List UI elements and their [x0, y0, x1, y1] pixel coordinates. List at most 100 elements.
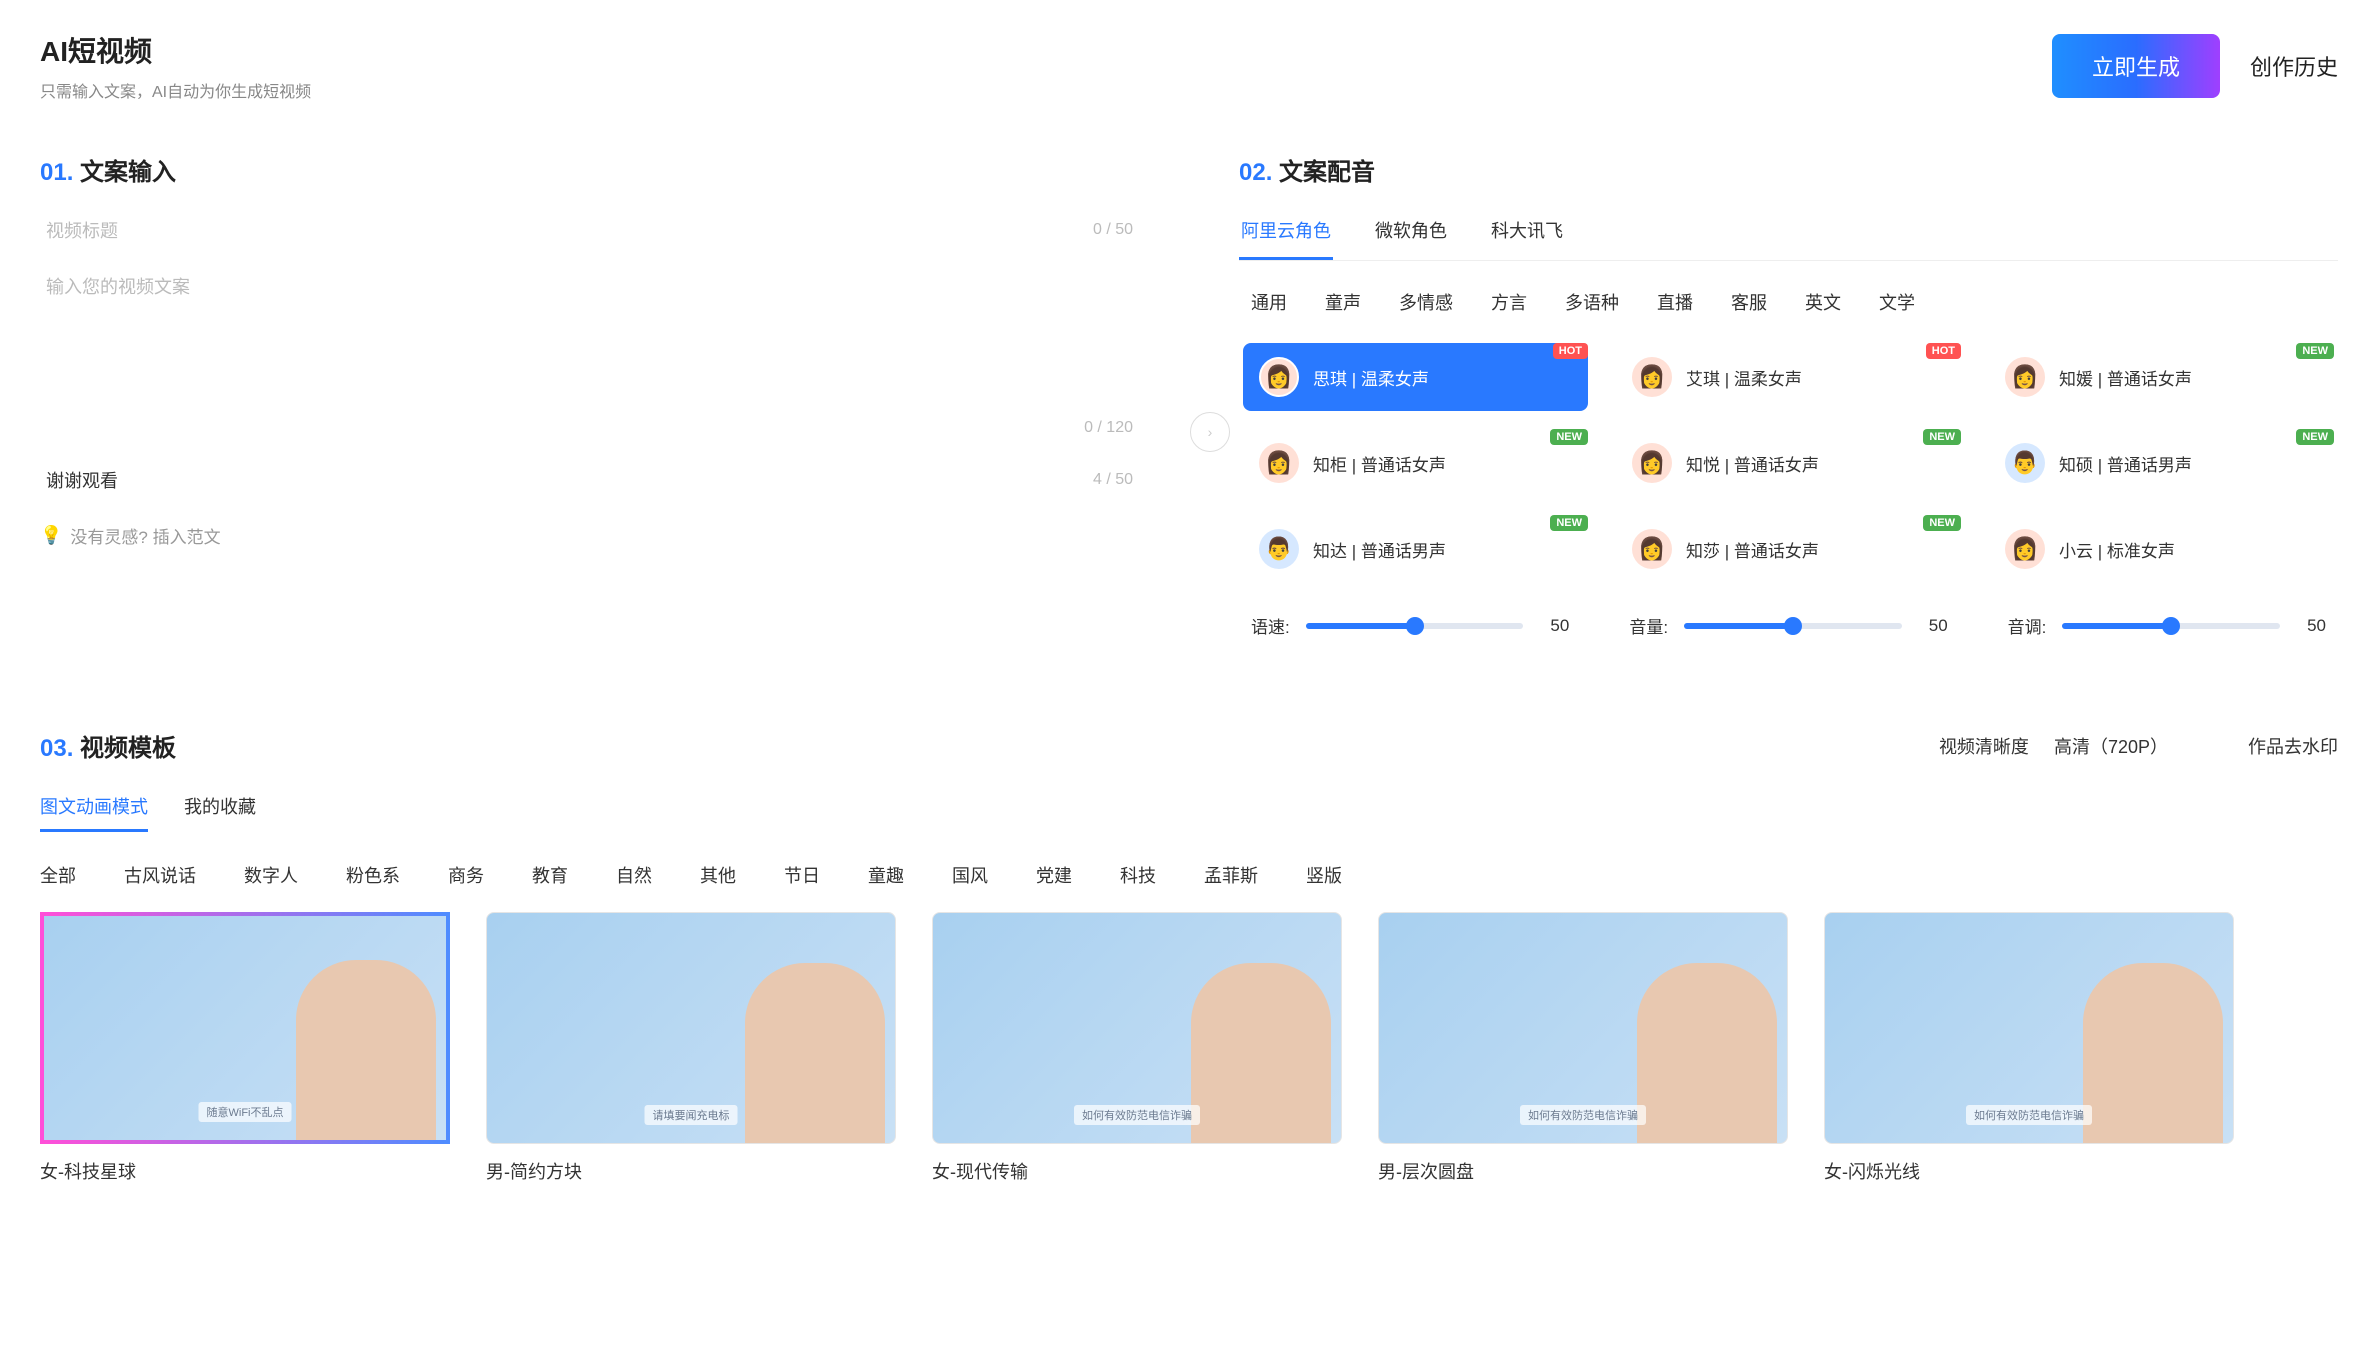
chevron-right-icon: ›: [1208, 424, 1213, 440]
video-content-input[interactable]: 输入您的视频文案: [46, 273, 190, 299]
template-caption: 如何有效防范电信诈骗: [1520, 1105, 1646, 1125]
voice-category-tab[interactable]: 童声: [1325, 289, 1361, 315]
avatar-icon: 👨: [2005, 443, 2045, 483]
presenter-figure: [1637, 963, 1777, 1143]
template-category-tab[interactable]: 粉色系: [346, 862, 400, 888]
section2-title: 文案配音: [1279, 159, 1375, 186]
template-name: 男-层次圆盘: [1378, 1158, 1788, 1184]
new-badge: NEW: [2296, 343, 2334, 359]
voice-card[interactable]: 👩艾琪 | 温柔女声HOT: [1616, 343, 1961, 411]
voice-label: 知悦 | 普通话女声: [1686, 451, 1819, 476]
voice-category-tab[interactable]: 方言: [1491, 289, 1527, 315]
section2-number: 02.: [1239, 159, 1272, 186]
new-badge: NEW: [1550, 429, 1588, 445]
template-category-tab[interactable]: 童趣: [868, 862, 904, 888]
provider-tab[interactable]: 阿里云角色: [1239, 217, 1333, 260]
template-category-tab[interactable]: 节日: [784, 862, 820, 888]
template-category-tab[interactable]: 数字人: [244, 862, 298, 888]
clarity-select[interactable]: 高清（720P）: [2054, 737, 2168, 757]
content-counter: 0 / 120: [1084, 419, 1133, 437]
voice-category-tab[interactable]: 英文: [1805, 289, 1841, 315]
section1-title: 文案输入: [80, 159, 176, 186]
template-caption: 请填要闻充电标: [645, 1105, 738, 1125]
template-category-tab[interactable]: 其他: [700, 862, 736, 888]
mode-tab[interactable]: 图文动画模式: [40, 793, 148, 832]
slider[interactable]: [1306, 623, 1524, 629]
presenter-figure: [2083, 963, 2223, 1143]
voice-category-tab[interactable]: 文学: [1879, 289, 1915, 315]
voice-card[interactable]: 👩知媛 | 普通话女声NEW: [1989, 343, 2334, 411]
slider-value: 50: [1539, 616, 1569, 636]
template-card[interactable]: 如何有效防范电信诈骗男-层次圆盘: [1378, 912, 1788, 1184]
template-name: 男-简约方块: [486, 1158, 896, 1184]
voice-category-tab[interactable]: 直播: [1657, 289, 1693, 315]
ending-counter: 4 / 50: [1093, 471, 1133, 489]
template-category-tab[interactable]: 国风: [952, 862, 988, 888]
voice-label: 知达 | 普通话男声: [1313, 537, 1446, 562]
slider-label: 音量:: [1629, 613, 1668, 638]
template-category-tab[interactable]: 党建: [1036, 862, 1072, 888]
generate-button[interactable]: 立即生成: [2052, 34, 2220, 98]
template-thumbnail: 如何有效防范电信诈骗: [1824, 912, 2234, 1144]
voice-category-tab[interactable]: 通用: [1251, 289, 1287, 315]
slider[interactable]: [2062, 623, 2280, 629]
voice-card[interactable]: 👨知硕 | 普通话男声NEW: [1989, 429, 2334, 497]
template-card[interactable]: 如何有效防范电信诈骗女-闪烁光线: [1824, 912, 2234, 1184]
voice-card[interactable]: 👩思琪 | 温柔女声HOT: [1243, 343, 1588, 411]
template-category-tab[interactable]: 教育: [532, 862, 568, 888]
template-card[interactable]: 随意WiFi不乱点女-科技星球: [40, 912, 450, 1184]
voice-category-tab[interactable]: 多情感: [1399, 289, 1453, 315]
template-card[interactable]: 如何有效防范电信诈骗女-现代传输: [932, 912, 1342, 1184]
clarity-label: 视频清晰度: [1939, 737, 2029, 757]
avatar-icon: 👩: [1632, 443, 1672, 483]
voice-label: 知柜 | 普通话女声: [1313, 451, 1446, 476]
voice-label: 小云 | 标准女声: [2059, 537, 2175, 562]
voice-card[interactable]: 👩 小云 | 标准女声: [1989, 515, 2334, 583]
new-badge: NEW: [1923, 429, 1961, 445]
history-link[interactable]: 创作历史: [2250, 50, 2338, 82]
voice-card[interactable]: 👩知莎 | 普通话女声NEW: [1616, 515, 1961, 583]
video-title-input[interactable]: 视频标题: [46, 217, 118, 243]
avatar-icon: 👩: [2005, 357, 2045, 397]
ending-text-input[interactable]: 谢谢观看: [46, 467, 118, 493]
avatar-icon: 👩: [1259, 443, 1299, 483]
provider-tab[interactable]: 科大讯飞: [1489, 217, 1565, 260]
voice-label: 知莎 | 普通话女声: [1686, 537, 1819, 562]
bulb-icon: 💡: [40, 525, 62, 546]
template-name: 女-科技星球: [40, 1158, 450, 1184]
presenter-figure: [745, 963, 885, 1143]
template-category-tab[interactable]: 竖版: [1306, 862, 1342, 888]
template-category-tab[interactable]: 全部: [40, 862, 76, 888]
section3-number: 03.: [40, 735, 73, 762]
avatar-icon: 👩: [2005, 529, 2045, 569]
insert-sample-link[interactable]: 没有灵感? 插入范文: [70, 523, 220, 548]
slider-value: 50: [1918, 616, 1948, 636]
section3-title: 视频模板: [80, 735, 176, 762]
hot-badge: HOT: [1553, 343, 1588, 359]
template-category-tab[interactable]: 孟菲斯: [1204, 862, 1258, 888]
voice-card[interactable]: 👩 知柜 | 普通话女声 NEW: [1243, 429, 1588, 497]
provider-tab[interactable]: 微软角色: [1373, 217, 1449, 260]
template-card[interactable]: 请填要闻充电标男-简约方块: [486, 912, 896, 1184]
template-thumbnail: 如何有效防范电信诈骗: [1378, 912, 1788, 1144]
template-category-tab[interactable]: 商务: [448, 862, 484, 888]
next-arrow-button[interactable]: ›: [1190, 412, 1230, 452]
template-category-tab[interactable]: 古风说话: [124, 862, 196, 888]
avatar-icon: 👩: [1632, 529, 1672, 569]
title-counter: 0 / 50: [1093, 221, 1133, 239]
template-category-tab[interactable]: 科技: [1120, 862, 1156, 888]
page-title: AI短视频: [40, 30, 311, 70]
voice-card[interactable]: 👨知达 | 普通话男声NEW: [1243, 515, 1588, 583]
voice-category-tab[interactable]: 多语种: [1565, 289, 1619, 315]
template-caption: 如何有效防范电信诈骗: [1074, 1105, 1200, 1125]
new-badge: NEW: [1550, 515, 1588, 531]
slider-label: 语速:: [1251, 613, 1290, 638]
mode-tab[interactable]: 我的收藏: [184, 793, 256, 832]
template-category-tab[interactable]: 自然: [616, 862, 652, 888]
voice-card[interactable]: 👩 知悦 | 普通话女声 NEW: [1616, 429, 1961, 497]
voice-category-tab[interactable]: 客服: [1731, 289, 1767, 315]
slider-value: 50: [2296, 616, 2326, 636]
remove-watermark-link[interactable]: 作品去水印: [2248, 733, 2338, 759]
slider[interactable]: [1684, 623, 1902, 629]
hot-badge: HOT: [1926, 343, 1961, 359]
